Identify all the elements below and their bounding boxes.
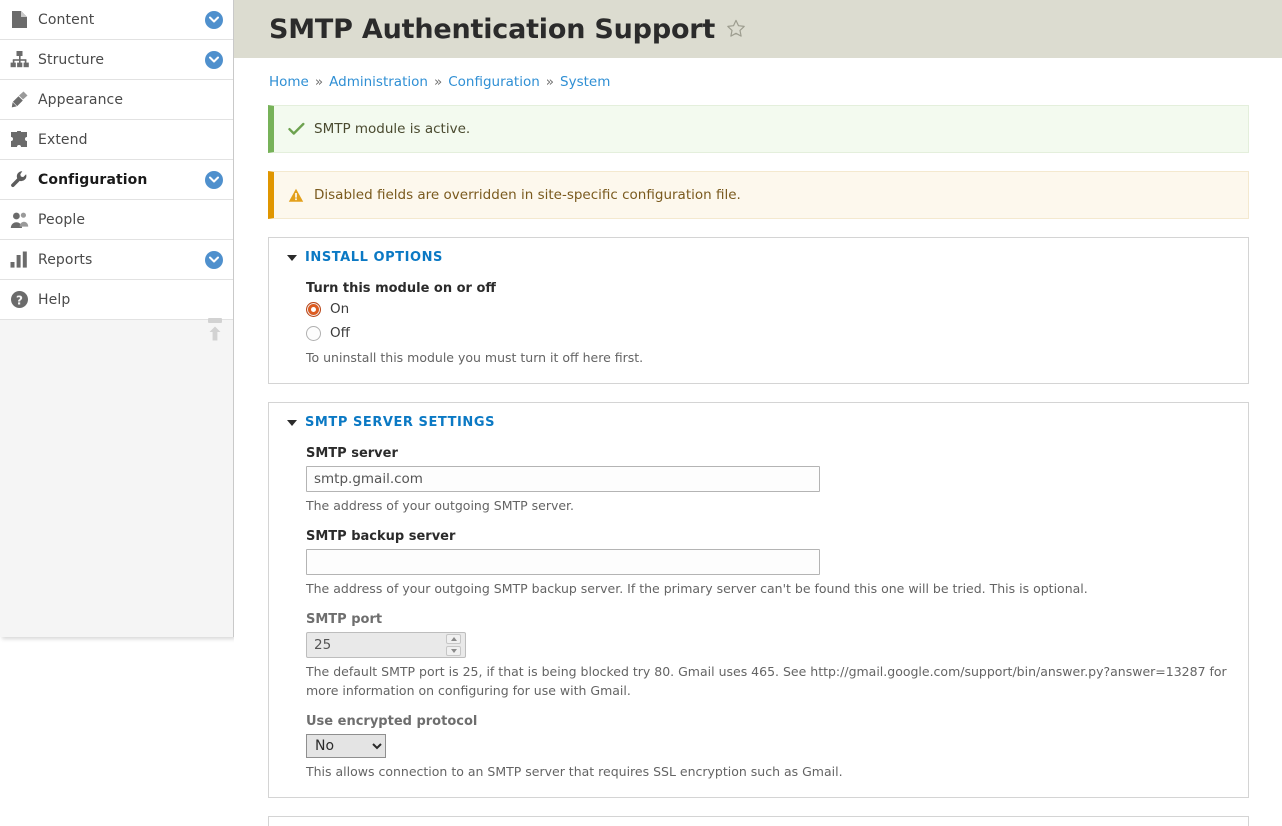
star-outline-icon[interactable] — [726, 19, 746, 39]
page-root: Content Structure Appearance Extend Conf… — [0, 0, 1282, 826]
radio-on-label: On — [330, 301, 350, 317]
fieldset-legend-server-settings[interactable]: SMTP server settings — [287, 415, 1230, 430]
wrench-icon — [8, 169, 30, 191]
chevron-down-icon[interactable] — [205, 250, 223, 269]
smtp-server-label: SMTP server — [306, 446, 398, 462]
page-title: SMTP Authentication Support — [269, 13, 716, 45]
radio-on-input[interactable] — [306, 301, 321, 317]
collapse-up-icon-bar — [208, 318, 222, 323]
status-message: SMTP module is active. — [268, 105, 1249, 153]
document-icon — [8, 9, 30, 31]
breadcrumb-link-home[interactable]: Home — [269, 74, 309, 90]
breadcrumb-separator: » — [314, 74, 324, 90]
smtp-port-stepper[interactable] — [306, 632, 466, 659]
paintbrush-icon — [8, 89, 30, 111]
encrypted-protocol-select[interactable]: No — [306, 733, 386, 758]
sidebar-item-label: Structure — [38, 51, 105, 68]
smtp-backup-server-input[interactable] — [306, 549, 820, 576]
breadcrumb: Home » Administration » Configuration » … — [234, 58, 1282, 90]
page-header: SMTP Authentication Support — [234, 0, 1282, 58]
module-toggle-label: Turn this module on or off — [306, 281, 496, 296]
smtp-port-description: The default SMTP port is 25, if that is … — [306, 664, 1227, 698]
breadcrumb-link-system[interactable]: System — [560, 74, 610, 90]
sitemap-icon — [8, 49, 30, 71]
encrypted-protocol-label: Use encrypted protocol — [306, 713, 478, 729]
radio-option-off[interactable]: Off — [306, 325, 1230, 341]
question-mark-icon: ? — [8, 289, 30, 311]
install-options-description: To uninstall this module you must turn i… — [306, 350, 644, 365]
chevron-down-icon[interactable] — [205, 10, 223, 29]
sidebar-item-content[interactable]: Content — [0, 0, 233, 40]
radio-option-on[interactable]: On — [306, 301, 1230, 317]
main-content: SMTP Authentication Support Home » Admin… — [234, 0, 1282, 826]
breadcrumb-link-administration[interactable]: Administration — [329, 74, 428, 90]
encrypted-protocol-description: This allows connection to an SMTP server… — [306, 763, 843, 779]
sidebar-item-help[interactable]: ? Help — [0, 280, 233, 320]
smtp-backup-server-description: The address of your outgoing SMTP backup… — [306, 581, 1088, 597]
fieldset-smtp-authentication: SMTP authentication — [268, 815, 1249, 826]
toolbar-tray-collapse-toggle[interactable] — [204, 318, 226, 344]
sidebar-item-label: Configuration — [38, 171, 148, 188]
breadcrumb-link-configuration[interactable]: Configuration — [448, 74, 540, 90]
sidebar-item-reports[interactable]: Reports — [0, 240, 233, 280]
breadcrumb-separator: » — [433, 74, 443, 90]
spinner-down-icon[interactable] — [446, 646, 461, 657]
sidebar-item-label: Help — [38, 291, 71, 308]
smtp-server-description: The address of your outgoing SMTP server… — [306, 498, 575, 514]
sidebar-item-label: Extend — [38, 131, 88, 148]
fieldset-smtp-server-settings: SMTP server settings SMTP server The add… — [268, 402, 1249, 798]
smtp-backup-server-label: SMTP backup server — [306, 529, 456, 545]
warning-message: Disabled fields are overridden in site-s… — [268, 171, 1249, 219]
status-message-text: SMTP module is active. — [314, 121, 471, 137]
smtp-port-input[interactable] — [306, 632, 466, 659]
radio-off-input[interactable] — [306, 325, 321, 341]
fieldset-install-options: Install options Turn this module on or o… — [268, 237, 1249, 385]
sidebar-item-appearance[interactable]: Appearance — [0, 80, 233, 120]
collapse-up-icon — [209, 326, 221, 341]
triangle-down-icon — [287, 254, 297, 261]
sidebar-item-configuration[interactable]: Configuration — [0, 160, 233, 200]
sidebar-item-label: Content — [38, 11, 95, 28]
check-icon — [288, 122, 314, 136]
bar-chart-icon — [8, 249, 30, 271]
breadcrumb-separator: » — [545, 74, 555, 90]
legend-label: Install options — [305, 250, 443, 265]
sidebar-item-structure[interactable]: Structure — [0, 40, 233, 80]
puzzle-piece-icon — [8, 129, 30, 151]
smtp-port-label: SMTP port — [306, 612, 383, 628]
people-icon — [8, 209, 30, 231]
spinner-up-icon[interactable] — [446, 634, 461, 645]
smtp-server-input[interactable] — [306, 466, 820, 493]
sidebar-item-label: Reports — [38, 251, 93, 268]
radio-off-label: Off — [330, 325, 350, 341]
triangle-down-icon — [287, 419, 297, 426]
chevron-down-icon[interactable] — [205, 50, 223, 69]
sidebar-item-extend[interactable]: Extend — [0, 120, 233, 160]
chevron-down-icon[interactable] — [205, 170, 223, 189]
svg-text:?: ? — [16, 293, 23, 307]
sidebar-item-label: People — [38, 211, 86, 228]
smtp-port-spinner[interactable] — [446, 634, 461, 657]
sidebar-item-label: Appearance — [38, 91, 124, 108]
fieldset-body: Turn this module on or off On Off To uni… — [287, 265, 1230, 367]
sidebar-item-people[interactable]: People — [0, 200, 233, 240]
fieldset-legend-install-options[interactable]: Install options — [287, 250, 1230, 265]
admin-toolbar-tray: Content Structure Appearance Extend Conf… — [0, 0, 234, 637]
fieldset-body: SMTP server The address of your outgoing… — [287, 430, 1230, 781]
messages-region: SMTP module is active. Disabled fields a… — [234, 90, 1282, 219]
warning-message-text: Disabled fields are overridden in site-s… — [314, 187, 741, 203]
legend-label: SMTP server settings — [305, 415, 495, 431]
warning-triangle-icon — [288, 188, 314, 203]
